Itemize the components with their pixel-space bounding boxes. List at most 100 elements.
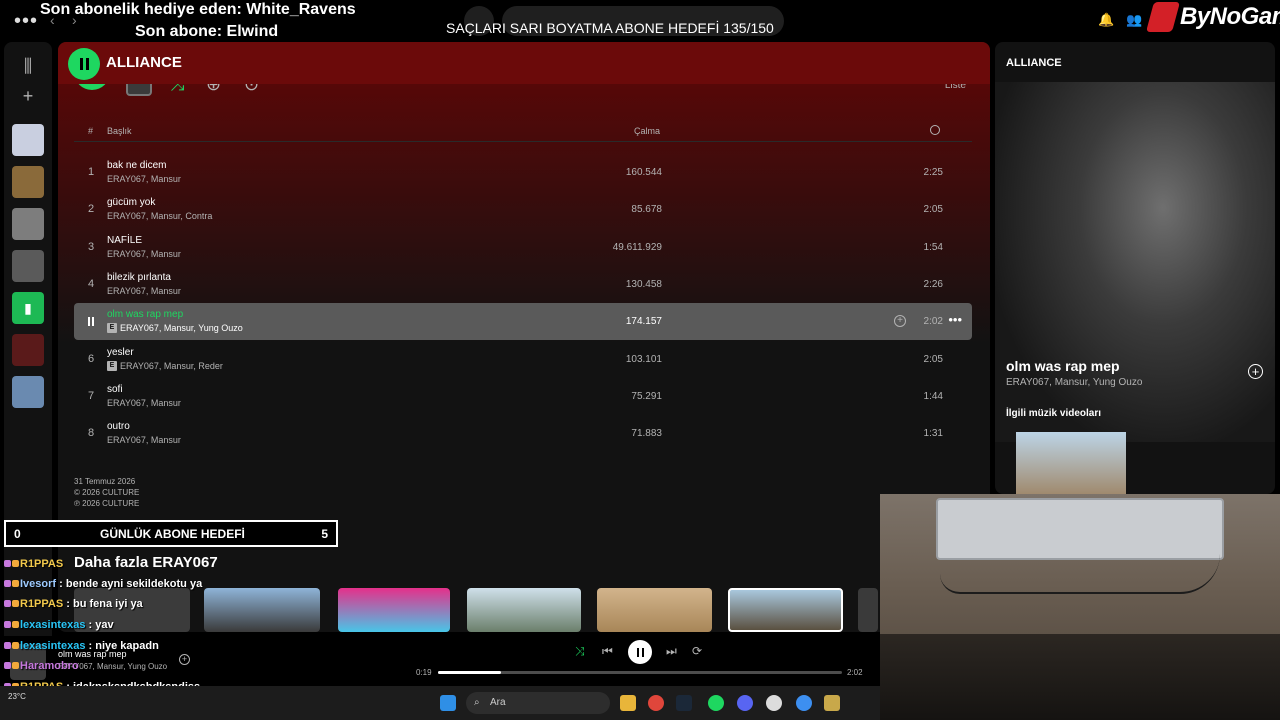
track-title[interactable]: NAFİLE (107, 235, 142, 246)
track-plays: 75.291 (631, 390, 662, 402)
chrome-icon[interactable] (648, 695, 664, 711)
repeat-icon[interactable]: ⟳ (692, 644, 702, 658)
panel-artists[interactable]: ERAY067, Mansur, Yung Ouzo (1006, 377, 1142, 388)
more-options-icon[interactable]: ••• (948, 312, 962, 327)
chat-separator: : (85, 640, 96, 652)
track-row[interactable]: 3 NAFİLE ERAY067, Mansur 49.611.929 1:54 (74, 229, 972, 266)
elapsed-time: 0:19 (416, 668, 432, 677)
play-pause-button[interactable] (628, 640, 652, 664)
daily-sub-goal: 0 GÜNLÜK ABONE HEDEFİ 5 (4, 520, 338, 547)
track-title[interactable]: outro (107, 421, 130, 432)
track-title[interactable]: sofi (107, 384, 123, 395)
obs-icon[interactable] (766, 695, 782, 711)
last-sub-text: Son abone: Elwind (135, 23, 279, 40)
col-number: # (88, 126, 94, 136)
chat-separator: : (85, 619, 96, 631)
app-icon[interactable] (824, 695, 840, 711)
track-duration: 1:54 (923, 241, 943, 253)
steam-icon[interactable] (676, 695, 692, 711)
track-plays: 174.157 (625, 316, 662, 328)
plus-icon[interactable]: + (16, 84, 40, 108)
track-artists[interactable]: ERAY067, Mansur (107, 435, 181, 445)
track-title[interactable]: yesler (107, 347, 134, 358)
spotify-icon[interactable] (708, 695, 724, 711)
friends-icon[interactable]: 👥 (1126, 12, 1142, 28)
album-thumb[interactable] (12, 334, 44, 366)
bell-icon[interactable]: 🔔 (1098, 12, 1114, 28)
album-card[interactable] (204, 588, 320, 632)
album-thumb[interactable] (12, 250, 44, 282)
pause-button[interactable] (68, 48, 100, 80)
chat-username[interactable]: Haramobro (20, 660, 79, 672)
brand-logo: ByNoGame (1145, 2, 1280, 32)
sticky-header: ALLIANCE (58, 42, 990, 84)
panel-song-title[interactable]: olm was rap mep (1006, 358, 1120, 374)
track-title[interactable]: olm was rap mep (107, 309, 183, 320)
add-to-library-icon[interactable]: + (1248, 364, 1263, 379)
chat-text: yav (95, 619, 114, 631)
album-card[interactable] (858, 588, 878, 632)
track-artists[interactable]: ERAY067, Mansur, Contra (107, 211, 212, 221)
track-artists[interactable]: ERAY067, Mansur (107, 249, 181, 259)
chat-username[interactable]: lexasintexas (20, 640, 85, 652)
album-card[interactable] (467, 588, 581, 632)
chat-username[interactable]: R1PPAS (20, 598, 63, 610)
next-icon[interactable]: ⏭ (666, 644, 677, 659)
track-row[interactable]: 4 bilezik pırlanta ERAY067, Mansur 130.458 2… (74, 266, 972, 303)
weather-widget[interactable]: 23°C (8, 692, 26, 701)
track-plays: 71.883 (631, 428, 662, 440)
playlist-thumb[interactable] (12, 124, 44, 156)
track-row[interactable]: 7 sofi ERAY067, Mansur 75.291 1:44 (74, 378, 972, 415)
chat-username[interactable]: lexasintexas (20, 619, 85, 631)
track-artists[interactable]: E ERAY067, Mansur, Reder (107, 360, 223, 371)
track-artists[interactable]: ERAY067, Mansur (107, 398, 181, 408)
chat-username[interactable]: R1PPAS (20, 558, 63, 570)
related-video-thumb[interactable] (1016, 432, 1126, 494)
chat-username[interactable]: Ivesorf (20, 578, 56, 590)
track-row[interactable]: olm was rap mep E ERAY067, Mansur, Yung Ou… (74, 303, 972, 341)
album-card[interactable] (338, 588, 450, 632)
track-artists-text[interactable]: ERAY067, Mansur, Reder (120, 361, 223, 371)
windows-start-icon[interactable] (440, 695, 456, 711)
track-artists-text[interactable]: ERAY067, Mansur, Yung Ouzo (120, 323, 243, 333)
track-artists-text[interactable]: ERAY067, Mansur (107, 435, 181, 445)
track-artists-text[interactable]: ERAY067, Mansur (107, 398, 181, 408)
file-explorer-icon[interactable] (620, 695, 636, 711)
track-title[interactable]: bilezik pırlanta (107, 272, 171, 283)
pause-icon[interactable] (88, 317, 94, 327)
track-artists[interactable]: E ERAY067, Mansur, Yung Ouzo (107, 323, 243, 334)
track-row[interactable]: 2 gücüm yok ERAY067, Mansur, Contra 85.678 2… (74, 191, 972, 228)
artist-thumb[interactable] (12, 208, 44, 240)
search-icon: ⌕ (474, 697, 480, 708)
more-dots-icon[interactable]: ••• (14, 10, 38, 33)
track-artists[interactable]: ERAY067, Mansur (107, 286, 181, 296)
track-artists-text[interactable]: ERAY067, Mansur (107, 174, 181, 184)
sub-badge-icon (4, 600, 11, 607)
track-artists-text[interactable]: ERAY067, Mansur (107, 249, 181, 259)
previous-icon[interactable]: ⏮ (602, 644, 613, 659)
track-artists[interactable]: ERAY067, Mansur (107, 174, 181, 184)
artist-thumb[interactable] (12, 166, 44, 198)
discord-icon[interactable] (737, 695, 753, 711)
browser-icon[interactable] (796, 695, 812, 711)
track-artists-text[interactable]: ERAY067, Mansur, Contra (107, 211, 212, 221)
track-title[interactable]: gücüm yok (107, 197, 155, 208)
track-row[interactable]: 1 bak ne dicem ERAY067, Mansur 160.544 2:25 (74, 154, 972, 191)
track-number: 1 (87, 166, 95, 178)
taskbar-search[interactable]: ⌕ Ara (466, 692, 610, 714)
add-circle-icon[interactable]: + (894, 315, 906, 328)
add-circle-icon[interactable]: + (179, 654, 190, 665)
track-artists-text[interactable]: ERAY067, Mansur (107, 286, 181, 296)
album-card[interactable] (728, 588, 843, 632)
more-by-artist-heading[interactable]: Daha fazla ERAY067 (74, 554, 218, 571)
shuffle-icon[interactable]: ⤨ (575, 644, 585, 659)
album-card[interactable] (597, 588, 712, 632)
library-icon[interactable]: ⫼ (16, 54, 40, 78)
saved-bookmark-icon[interactable]: ▮ (12, 292, 44, 324)
track-title[interactable]: bak ne dicem (107, 160, 166, 171)
artist-thumb[interactable] (12, 376, 44, 408)
progress-bar[interactable] (438, 671, 842, 674)
track-row[interactable]: 8 outro ERAY067, Mansur 71.883 1:31 (74, 415, 972, 452)
search-placeholder: Ara (490, 697, 506, 708)
track-row[interactable]: 6 yesler E ERAY067, Mansur, Reder 103.101 2:0… (74, 341, 972, 378)
